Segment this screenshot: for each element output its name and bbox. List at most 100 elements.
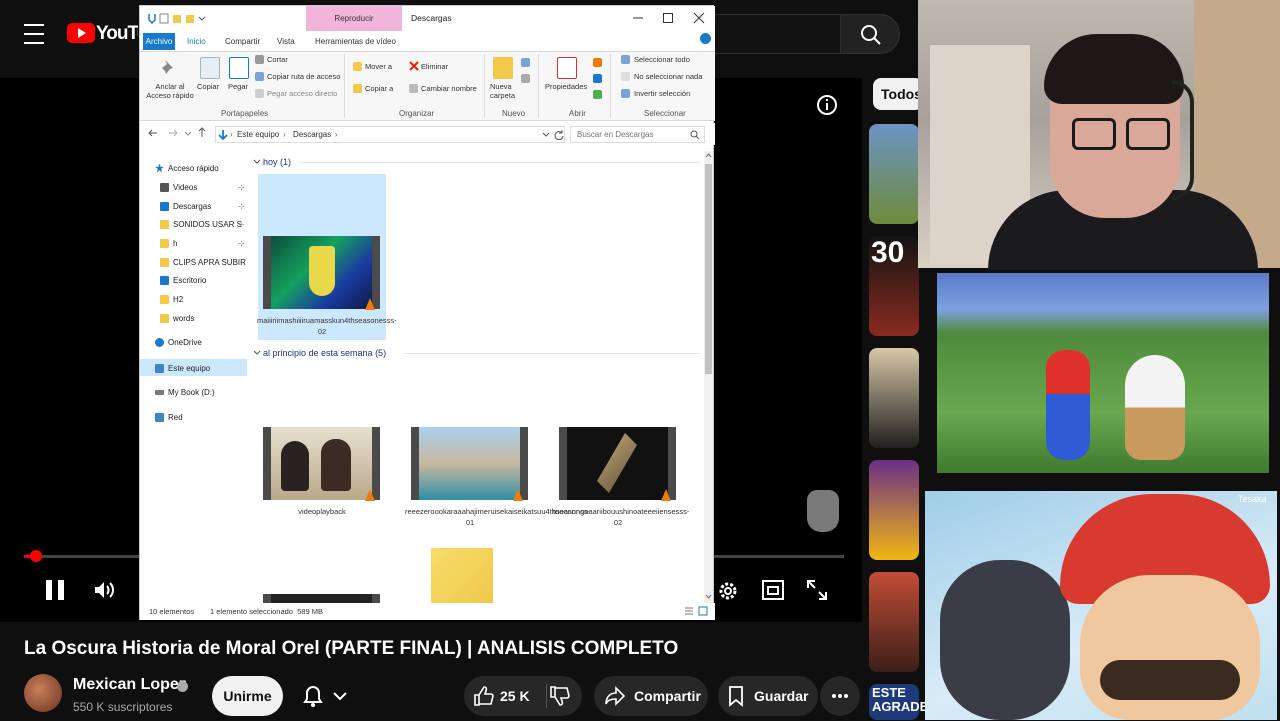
nav-item-folder[interactable]: words (160, 310, 194, 326)
copy-icon[interactable] (200, 57, 220, 79)
paste-button[interactable]: Pegar (228, 82, 248, 91)
pause-icon[interactable] (46, 580, 64, 600)
group-header-this-week[interactable]: al principio de esta semana (5) (263, 348, 386, 358)
nav-item-quick-access[interactable]: Acceso rápido (155, 160, 219, 176)
share-button[interactable]: Compartir (594, 676, 708, 716)
recent-dropdown-icon[interactable] (184, 129, 192, 137)
recommended-thumbnail[interactable] (869, 348, 919, 448)
progress-scrubber[interactable] (30, 550, 42, 562)
thumbs-down-icon[interactable] (548, 685, 570, 707)
copy-button[interactable]: Copiar (197, 82, 219, 91)
details-view-icon[interactable] (684, 606, 694, 616)
file-name[interactable]: tooonnngaaariibouushinoateeeiiensesss-02 (553, 506, 689, 528)
help-icon[interactable] (700, 33, 711, 44)
scroll-up-icon[interactable] (705, 152, 712, 158)
search-input[interactable] (714, 14, 840, 54)
file-name[interactable]: maiiiriimashiiiiruamasskun4thseasonesss-… (257, 315, 397, 337)
edit-icon[interactable] (593, 74, 602, 83)
chip-all[interactable]: Todos (873, 78, 923, 110)
pin-icon[interactable] (162, 58, 176, 78)
nav-item-onedrive[interactable]: OneDrive (155, 334, 202, 350)
channel-name[interactable]: Mexican Lopez (73, 676, 187, 694)
tab-view[interactable]: Vista (277, 33, 295, 50)
nav-item-folder[interactable]: SONIDOS USAR S ⊹ (160, 216, 245, 232)
search-input[interactable]: Buscar en Descargas (570, 126, 705, 143)
video-thumbnail[interactable] (411, 427, 528, 500)
recommended-thumbnail[interactable] (869, 572, 919, 672)
open-icon[interactable] (593, 58, 602, 67)
quick-access-toolbar[interactable] (146, 12, 206, 25)
breadcrumb-this-pc[interactable]: Este equipo (237, 130, 279, 139)
properties-button[interactable]: Propiedades (545, 82, 587, 91)
move-to-button[interactable]: Mover a (365, 62, 392, 71)
address-bar[interactable]: › Este equipo › Descargas › (215, 126, 565, 143)
large-icons-view-icon[interactable] (698, 606, 708, 616)
close-icon[interactable] (692, 11, 706, 25)
history-icon[interactable] (593, 90, 602, 99)
tab-file[interactable]: Archivo (143, 33, 175, 50)
select-none-button[interactable]: No seleccionar nada (634, 72, 702, 81)
search-button[interactable] (840, 14, 900, 54)
collapse-group-icon[interactable] (253, 159, 261, 165)
maximize-icon[interactable] (662, 12, 674, 24)
new-item-icon[interactable] (521, 58, 530, 67)
notifications-button[interactable] (292, 676, 364, 716)
hamburger-menu-icon[interactable] (24, 24, 44, 44)
copy-to-button[interactable]: Copiar a (365, 84, 393, 93)
miniplayer-icon[interactable] (762, 580, 784, 600)
nav-item-network[interactable]: Red (155, 409, 183, 425)
video-thumbnail[interactable] (263, 594, 380, 603)
copy-path-button[interactable]: Copiar ruta de acceso (267, 72, 340, 81)
youtube-logo-text[interactable]: YouTube (96, 23, 138, 45)
gear-icon[interactable] (716, 579, 740, 603)
recommended-thumbnail[interactable] (869, 124, 919, 224)
more-actions-button[interactable] (820, 676, 860, 716)
invert-selection-button[interactable]: Invertir selección (634, 89, 690, 98)
rename-button[interactable]: Cambiar nombre (421, 84, 477, 93)
breadcrumb-downloads[interactable]: Descargas (293, 130, 331, 139)
tab-home[interactable]: Inicio (187, 33, 206, 50)
minimize-icon[interactable] (632, 12, 644, 24)
volume-icon[interactable] (92, 578, 116, 602)
nav-item-this-pc[interactable]: Este equipo (155, 360, 210, 376)
cut-button[interactable]: Cortar (267, 55, 288, 64)
paste-icon[interactable] (229, 57, 249, 79)
nav-item-folder[interactable]: h ⊹ (160, 235, 245, 251)
nav-item-videos[interactable]: Videos ⊹ (160, 179, 245, 195)
tab-share[interactable]: Compartir (225, 33, 260, 50)
search-icon[interactable] (690, 130, 700, 140)
nav-item-folder[interactable]: CLIPS APRA SUBIR (160, 254, 246, 270)
paste-shortcut-button[interactable]: Pegar acceso directo (267, 89, 337, 98)
scroll-down-icon[interactable] (705, 594, 712, 600)
pin-quick-access-button[interactable]: Anclar al Acceso rápido (146, 82, 194, 100)
video-thumbnail[interactable] (559, 427, 676, 500)
collapse-group-icon[interactable] (253, 350, 261, 356)
recommended-thumbnail[interactable]: 30 (869, 236, 919, 336)
video-thumbnail[interactable] (263, 236, 380, 309)
up-arrow-icon[interactable] (197, 127, 207, 138)
nav-item-folder[interactable]: H2 (160, 291, 183, 307)
nav-item-desktop[interactable]: Escritorio (160, 272, 206, 288)
back-arrow-icon[interactable] (148, 128, 158, 138)
save-button[interactable]: Guardar (718, 676, 818, 716)
delete-button[interactable]: Eliminar (421, 62, 448, 71)
tab-video-tools[interactable]: Herramientas de vídeo (315, 33, 396, 50)
channel-avatar[interactable] (24, 674, 62, 712)
fullscreen-icon[interactable] (806, 579, 828, 601)
like-count[interactable]: 25 K (500, 688, 530, 704)
file-name[interactable]: videoplayback (257, 506, 387, 517)
nav-item-drive[interactable]: My Book (D:) (155, 384, 215, 400)
video-thumbnail[interactable] (263, 427, 380, 500)
new-folder-icon[interactable] (493, 57, 513, 79)
file-name[interactable]: reeezeroookaraaahajimeruisekaiseikatsuu4… (405, 506, 590, 528)
folder-icon[interactable] (431, 548, 493, 603)
select-all-button[interactable]: Seleccionar todo (634, 55, 690, 64)
context-tab-play[interactable]: Reproducir (306, 6, 402, 31)
group-header-today[interactable]: hoy (1) (263, 157, 291, 167)
nav-item-downloads[interactable]: Descargas ⊹ (160, 198, 245, 214)
new-folder-button[interactable]: Nueva carpeta (490, 82, 515, 100)
recommended-thumbnail[interactable] (869, 460, 919, 560)
scrollbar-thumb[interactable] (705, 164, 712, 374)
youtube-logo-icon[interactable] (67, 23, 95, 43)
forward-arrow-icon[interactable] (168, 128, 178, 138)
